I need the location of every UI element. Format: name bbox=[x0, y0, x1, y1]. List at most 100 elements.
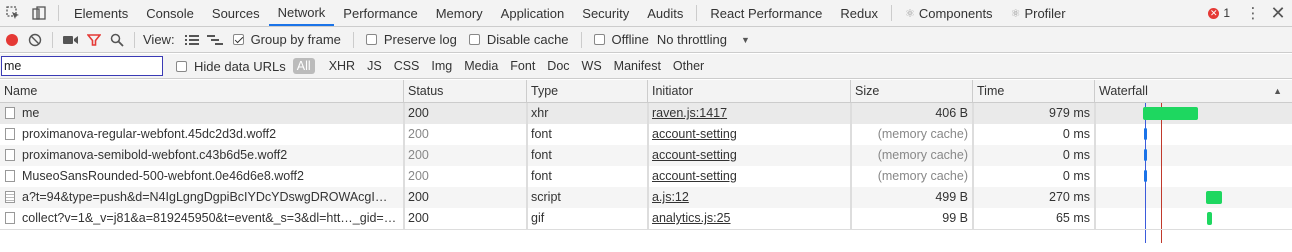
inspect-element-icon[interactable] bbox=[0, 0, 26, 26]
filter-button[interactable] bbox=[82, 29, 105, 51]
type-filter-xhr[interactable]: XHR bbox=[325, 58, 359, 74]
initiator-link[interactable]: raven.js:1417 bbox=[652, 106, 727, 120]
disable-cache-checkbox[interactable] bbox=[468, 34, 480, 45]
preserve-log-checkbox[interactable] bbox=[365, 34, 377, 45]
type-filter-all[interactable]: All bbox=[292, 58, 315, 74]
cell-initiator[interactable]: account-setting bbox=[648, 124, 851, 145]
device-toolbar-icon[interactable] bbox=[26, 0, 52, 26]
cell-status: 200 bbox=[404, 166, 527, 187]
toolbar-separator bbox=[134, 31, 135, 48]
column-header-name[interactable]: Name bbox=[0, 80, 404, 103]
type-filter-font[interactable]: Font bbox=[506, 58, 539, 74]
column-header-type[interactable]: Type bbox=[527, 80, 648, 103]
error-count-badge[interactable]: ✕ 1 bbox=[1208, 6, 1230, 20]
cell-initiator[interactable]: account-setting bbox=[648, 145, 851, 166]
toolbar-separator bbox=[352, 31, 354, 48]
tab-label: Console bbox=[146, 5, 194, 21]
tab-label: Security bbox=[582, 5, 630, 21]
script-icon bbox=[5, 190, 15, 203]
initiator-link[interactable]: analytics.js:25 bbox=[652, 211, 731, 225]
tab-security[interactable]: Security bbox=[573, 0, 638, 26]
type-filter-ws[interactable]: WS bbox=[578, 58, 606, 74]
cell-name: proximanova-semibold-webfont.c43b6d5e.wo… bbox=[0, 145, 404, 166]
tab-application[interactable]: Application bbox=[492, 0, 574, 26]
column-header-waterfall[interactable]: Waterfall ▲ bbox=[1095, 80, 1292, 103]
react-icon: ⚛ bbox=[904, 7, 915, 20]
waterfall-bar[interactable] bbox=[1206, 191, 1222, 204]
tab-sources[interactable]: Sources bbox=[203, 0, 269, 26]
waterfall-bar[interactable] bbox=[1144, 149, 1147, 161]
type-filter-img[interactable]: Img bbox=[427, 58, 456, 74]
cell-status: 200 bbox=[404, 208, 527, 229]
tab-label: Memory bbox=[435, 5, 483, 21]
tab-memory[interactable]: Memory bbox=[427, 0, 492, 26]
cell-name: collect?v=1&_v=j81&a=819245950&t=event&_… bbox=[0, 208, 404, 229]
hide-data-urls-checkbox[interactable] bbox=[176, 60, 187, 72]
record-button[interactable] bbox=[0, 29, 23, 51]
tab-audits[interactable]: Audits bbox=[638, 0, 692, 26]
type-filter-js[interactable]: JS bbox=[363, 58, 386, 74]
more-options-icon[interactable]: ⋮ bbox=[1242, 4, 1264, 22]
cell-status: 200 bbox=[404, 103, 527, 124]
type-filter-doc[interactable]: Doc bbox=[543, 58, 573, 74]
dropdown-caret-icon: ▼ bbox=[740, 34, 750, 45]
large-request-rows-button[interactable] bbox=[181, 29, 204, 51]
column-header-size[interactable]: Size bbox=[851, 80, 973, 103]
clear-button[interactable] bbox=[23, 29, 46, 51]
initiator-link[interactable]: account-setting bbox=[652, 127, 737, 141]
type-filter-media[interactable]: Media bbox=[460, 58, 502, 74]
table-header: Name Status Type Initiator Size Time Wat… bbox=[0, 80, 1292, 103]
waterfall-bar[interactable] bbox=[1144, 128, 1147, 140]
cell-initiator[interactable]: a.js:12 bbox=[648, 187, 851, 208]
column-header-time[interactable]: Time bbox=[973, 80, 1095, 103]
cell-name: a?t=94&type=push&d=N4IgLgngDgpiBcIYDcYDs… bbox=[0, 187, 404, 208]
cell-status: 200 bbox=[404, 145, 527, 166]
group-by-frame-checkbox[interactable] bbox=[232, 34, 244, 45]
column-header-initiator[interactable]: Initiator bbox=[648, 80, 851, 103]
type-filter-css[interactable]: CSS bbox=[390, 58, 424, 74]
show-overview-button[interactable] bbox=[204, 29, 227, 51]
tab-redux[interactable]: Redux bbox=[831, 0, 887, 26]
offline-checkbox[interactable] bbox=[593, 34, 605, 45]
tab-label: Performance bbox=[343, 5, 418, 21]
cell-initiator[interactable]: account-setting bbox=[648, 166, 851, 187]
throttling-select[interactable]: No throttling ▼ bbox=[657, 32, 750, 47]
list-view-icon bbox=[185, 34, 200, 45]
waterfall-header-label: Waterfall bbox=[1099, 84, 1148, 98]
search-button[interactable] bbox=[105, 29, 128, 51]
waterfall-bar[interactable] bbox=[1143, 107, 1198, 120]
cell-type: script bbox=[527, 187, 648, 208]
sort-ascending-icon: ▲ bbox=[1273, 86, 1282, 96]
throttling-value: No throttling bbox=[656, 32, 727, 47]
tab-separator bbox=[890, 5, 892, 21]
waterfall-bar[interactable] bbox=[1207, 212, 1212, 225]
tab-components[interactable]: ⚛ Components bbox=[896, 0, 1002, 26]
tab-elements[interactable]: Elements bbox=[65, 0, 137, 26]
cell-initiator[interactable]: analytics.js:25 bbox=[648, 208, 851, 229]
filter-input[interactable] bbox=[1, 56, 163, 76]
tab-console[interactable]: Console bbox=[137, 0, 203, 26]
initiator-link[interactable]: account-setting bbox=[652, 169, 737, 183]
file-icon bbox=[5, 211, 15, 224]
offline-label: Offline bbox=[611, 32, 649, 47]
cell-type: xhr bbox=[527, 103, 648, 124]
type-filter-manifest[interactable]: Manifest bbox=[610, 58, 665, 74]
cell-status: 200 bbox=[404, 187, 527, 208]
tab-profiler[interactable]: ⚛ Profiler bbox=[1002, 0, 1075, 26]
type-filter-other[interactable]: Other bbox=[669, 58, 708, 74]
tab-label: Network bbox=[277, 4, 326, 20]
initiator-link[interactable]: account-setting bbox=[652, 148, 737, 162]
tab-performance[interactable]: Performance bbox=[334, 0, 426, 26]
capture-screenshots-button[interactable] bbox=[59, 29, 82, 51]
waterfall-bar[interactable] bbox=[1144, 170, 1147, 182]
tab-network[interactable]: Network bbox=[268, 0, 335, 26]
column-header-status[interactable]: Status bbox=[404, 80, 527, 103]
filter-icon bbox=[86, 33, 101, 46]
close-devtools-icon[interactable]: ✕ bbox=[1264, 3, 1292, 24]
cell-initiator[interactable]: raven.js:1417 bbox=[648, 103, 851, 124]
tab-separator bbox=[58, 5, 59, 21]
tab-react-performance[interactable]: React Performance bbox=[701, 0, 831, 26]
column-divider bbox=[648, 103, 649, 229]
preserve-log-label: Preserve log bbox=[383, 32, 457, 47]
initiator-link[interactable]: a.js:12 bbox=[652, 190, 689, 204]
